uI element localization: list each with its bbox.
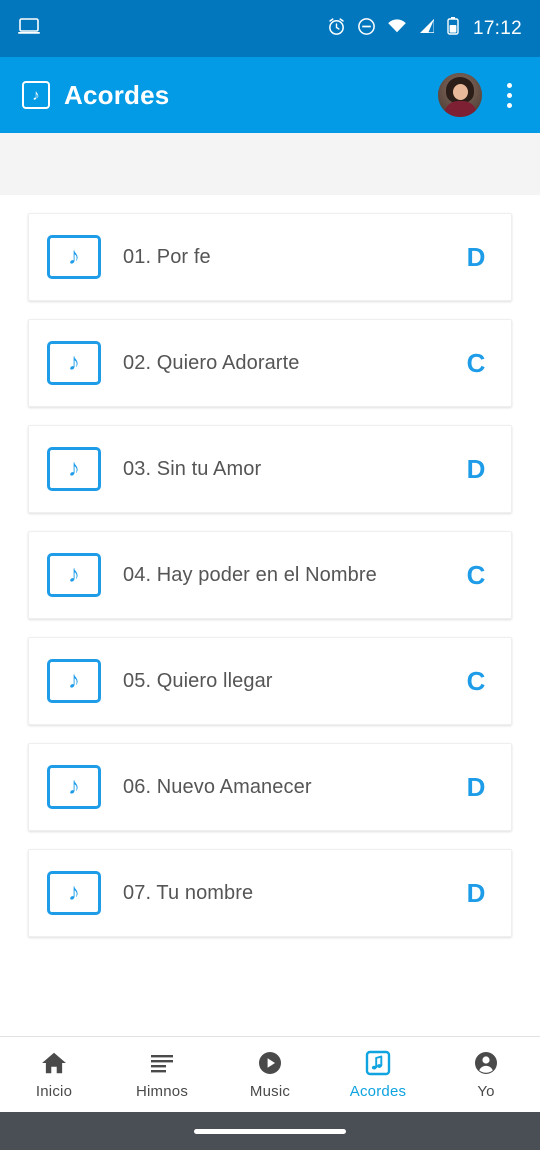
list-item[interactable]: ♪ 03. Sin tu Amor D xyxy=(28,425,512,513)
music-note-glyph: ♪ xyxy=(68,879,80,906)
battery-icon xyxy=(447,17,459,40)
status-bar-clock: 17:12 xyxy=(472,17,522,39)
nav-label: Acordes xyxy=(349,1082,407,1100)
song-chord: C xyxy=(466,559,486,590)
music-note-glyph: ♪ xyxy=(68,349,80,376)
song-chord: D xyxy=(466,771,486,802)
music-note-glyph: ♪ xyxy=(68,773,80,800)
list-item[interactable]: ♪ 05. Quiero llegar C xyxy=(28,637,512,725)
nav-item-inicio[interactable]: Inicio xyxy=(0,1037,108,1112)
song-list[interactable]: ♪ 01. Por fe D ♪ 02. Quiero Adorarte C ♪… xyxy=(0,195,540,1036)
song-chord: D xyxy=(466,877,486,908)
nav-label: Music xyxy=(249,1082,291,1100)
status-bar-right: 17:12 xyxy=(327,17,522,41)
nav-label: Yo xyxy=(477,1082,495,1100)
song-title: 01. Por fe xyxy=(123,245,211,268)
music-note-glyph: ♪ xyxy=(68,561,80,588)
app-bar: ♪ Acordes xyxy=(0,57,540,133)
song-title: 03. Sin tu Amor xyxy=(123,457,262,480)
music-note-square-icon: ♪ xyxy=(47,341,101,385)
page-title: Acordes xyxy=(64,79,170,110)
kebab-dot xyxy=(506,82,512,88)
song-title: 02. Quiero Adorarte xyxy=(123,351,300,374)
song-chord: C xyxy=(466,347,486,378)
music-note-glyph: ♪ xyxy=(68,243,80,270)
song-title: 04. Hay poder en el Nombre xyxy=(123,563,377,586)
music-note-glyph: ♪ xyxy=(32,86,40,104)
status-bar: 17:12 xyxy=(0,0,540,57)
list-item[interactable]: ♪ 01. Por fe D xyxy=(28,213,512,301)
music-note-square-icon xyxy=(365,1050,391,1076)
song-title: 07. Tu nombre xyxy=(123,881,254,904)
music-note-square-icon: ♪ xyxy=(47,553,101,597)
song-chord: D xyxy=(466,241,486,272)
nav-item-himnos[interactable]: Himnos xyxy=(108,1037,216,1112)
kebab-dot xyxy=(506,92,512,98)
list-item[interactable]: ♪ 02. Quiero Adorarte C xyxy=(28,319,512,407)
list-item[interactable]: ♪ 07. Tu nombre D xyxy=(28,849,512,937)
song-chord: D xyxy=(466,453,486,484)
music-note-square-icon: ♪ xyxy=(47,765,101,809)
music-note-glyph: ♪ xyxy=(68,667,80,694)
alarm-icon xyxy=(327,17,346,41)
nav-item-acordes[interactable]: Acordes xyxy=(324,1037,432,1112)
avatar-body xyxy=(444,101,477,117)
music-note-square-icon: ♪ xyxy=(22,81,50,109)
wifi-icon xyxy=(387,18,407,39)
song-chord: C xyxy=(466,665,486,696)
nav-item-yo[interactable]: Yo xyxy=(432,1037,540,1112)
music-note-glyph: ♪ xyxy=(68,455,80,482)
nav-label: Inicio xyxy=(35,1082,73,1100)
status-bar-left xyxy=(18,18,40,39)
do-not-disturb-icon xyxy=(357,17,376,41)
nav-label: Himnos xyxy=(135,1082,189,1100)
account-circle-icon xyxy=(473,1050,499,1076)
play-circle-icon xyxy=(257,1050,283,1076)
kebab-dot xyxy=(506,102,512,108)
nav-item-music[interactable]: Music xyxy=(216,1037,324,1112)
music-note-square-icon: ♪ xyxy=(47,447,101,491)
avatar[interactable] xyxy=(438,73,482,117)
list-item[interactable]: ♪ 06. Nuevo Amanecer D xyxy=(28,743,512,831)
list-item[interactable]: ♪ 04. Hay poder en el Nombre C xyxy=(28,531,512,619)
song-title: 06. Nuevo Amanecer xyxy=(123,775,312,798)
song-title: 05. Quiero llegar xyxy=(123,669,273,692)
cell-signal-icon xyxy=(418,18,436,39)
app-brand: ♪ Acordes xyxy=(22,80,169,111)
list-lines-icon xyxy=(149,1050,175,1076)
gesture-bar xyxy=(0,1112,540,1150)
avatar-face xyxy=(453,84,468,100)
home-icon xyxy=(41,1050,67,1076)
music-note-square-icon: ♪ xyxy=(47,871,101,915)
app-screen: 17:12 ♪ Acordes ♪ 01. Por fe D ♪ 02. Qui… xyxy=(0,0,540,1150)
gesture-handle[interactable] xyxy=(194,1128,346,1134)
music-note-square-icon: ♪ xyxy=(47,659,101,703)
sub-header-strip xyxy=(0,133,540,195)
bottom-navigation: Inicio Himnos Music Acordes Yo xyxy=(0,1036,540,1112)
laptop-icon xyxy=(18,18,40,39)
music-note-square-icon: ♪ xyxy=(47,235,101,279)
more-vertical-icon[interactable] xyxy=(496,73,522,117)
